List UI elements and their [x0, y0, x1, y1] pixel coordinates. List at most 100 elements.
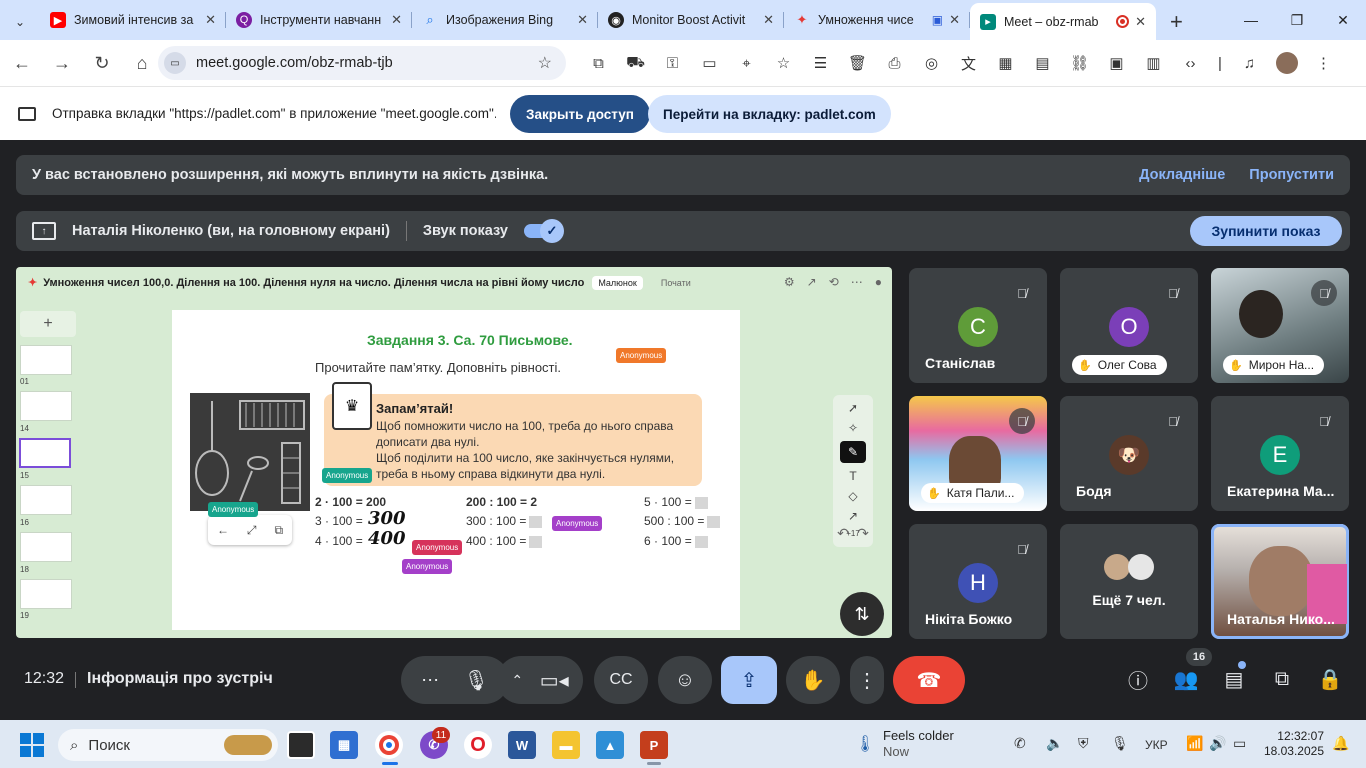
- address-bar[interactable]: ▭ meet.google.com/obz-rmab-tjb ☆: [158, 46, 566, 80]
- participant-tile[interactable]: 🎙̸ С Станіслав: [909, 268, 1047, 383]
- word-icon[interactable]: W: [508, 731, 536, 759]
- participant-tile-self[interactable]: Наталья Нико...: [1211, 524, 1349, 639]
- close-icon[interactable]: ✕: [1135, 14, 1146, 30]
- tab-monitor-boost[interactable]: ◉ Monitor Boost Activit ✕: [598, 3, 784, 37]
- url-text[interactable]: meet.google.com/obz-rmab-tjb: [196, 55, 538, 71]
- notice-text: У вас встановлено розширення, які можуть…: [32, 167, 549, 183]
- camera-icon[interactable]: ▭◂: [540, 668, 569, 693]
- forward-icon[interactable]: →: [44, 45, 80, 81]
- device-icon[interactable]: ▣: [1098, 48, 1135, 78]
- file-explorer-icon[interactable]: ▬: [552, 731, 580, 759]
- participant-tile[interactable]: 🎙̸ 🐶 Бодя: [1060, 396, 1198, 511]
- speaker-icon[interactable]: 🔊: [1209, 735, 1226, 752]
- battery-icon[interactable]: ▭: [1233, 735, 1246, 752]
- close-icon[interactable]: ✕: [205, 12, 216, 28]
- key-icon[interactable]: ⚿: [654, 48, 691, 78]
- reactions-button[interactable]: ☺: [658, 656, 712, 704]
- card-icon[interactable]: ▭: [691, 48, 728, 78]
- translate-icon[interactable]: 文: [950, 48, 987, 78]
- stop-access-button[interactable]: Закрыть доступ: [510, 95, 650, 133]
- participant-tile[interactable]: 🎙̸ ✋ Мирон На...: [1211, 268, 1349, 383]
- book-icon[interactable]: ▤: [1024, 48, 1061, 78]
- more-menu-icon[interactable]: ⋮: [1305, 48, 1342, 78]
- participant-tile[interactable]: 🎙̸ ✋ Катя Пали...: [909, 396, 1047, 511]
- goto-tab-button[interactable]: Перейти на вкладку: padlet.com: [648, 95, 891, 133]
- volume-icon[interactable]: 🔈: [1046, 735, 1063, 752]
- close-icon[interactable]: ✕: [577, 12, 588, 28]
- language-indicator[interactable]: УКР: [1145, 738, 1168, 752]
- participant-tile[interactable]: 🎙̸ Н Нікіта Божко: [909, 524, 1047, 639]
- minimize-icon[interactable]: —: [1228, 0, 1274, 40]
- link-icon[interactable]: ⛓: [1061, 48, 1098, 78]
- close-icon[interactable]: ✕: [949, 12, 960, 28]
- system-clock[interactable]: 12:32:07 18.03.2025: [1262, 729, 1324, 759]
- window-close-icon[interactable]: ✕: [1320, 0, 1366, 40]
- lens-icon[interactable]: ◎: [913, 48, 950, 78]
- code-icon[interactable]: ‹›: [1172, 48, 1209, 78]
- chevron-up-icon[interactable]: ⌃: [511, 672, 523, 689]
- windows-start-icon[interactable]: [20, 733, 44, 757]
- weather-widget[interactable]: Feels colder Now: [883, 728, 954, 760]
- maximize-icon[interactable]: ❐: [1274, 0, 1320, 40]
- participant-tile[interactable]: 🎙̸ О ✋ Олег Сова: [1060, 268, 1198, 383]
- present-button[interactable]: ⇪: [721, 656, 777, 704]
- people-icon[interactable]: 👥: [1171, 664, 1201, 694]
- new-tab-button[interactable]: +: [1156, 4, 1197, 40]
- captions-button[interactable]: CC: [594, 656, 648, 704]
- microphone-icon[interactable]: 🎙: [463, 668, 488, 693]
- chrome-icon[interactable]: [375, 731, 403, 759]
- participant-name: Наталья Нико...: [1227, 611, 1335, 627]
- bookmark-star-icon[interactable]: ☆: [538, 53, 552, 73]
- viber-tray-icon[interactable]: ✆: [1014, 735, 1026, 752]
- reload-icon[interactable]: ↻: [84, 45, 120, 81]
- qr-code-icon[interactable]: ▦: [987, 48, 1024, 78]
- star-icon[interactable]: ☆: [765, 48, 802, 78]
- more-options-button[interactable]: ⋮: [850, 656, 884, 704]
- raise-hand-button[interactable]: ✋: [786, 656, 840, 704]
- puzzle-icon[interactable]: ⧉: [580, 48, 617, 78]
- host-controls-icon[interactable]: 🔒: [1315, 664, 1345, 694]
- site-info-icon[interactable]: ▭: [164, 52, 186, 74]
- opera-icon[interactable]: O: [464, 731, 492, 759]
- stop-presenting-button[interactable]: Зупинити показ: [1190, 216, 1342, 246]
- tab-meet[interactable]: ▸ Meet – obz-rmab ✕: [970, 3, 1156, 40]
- avatar[interactable]: [1268, 48, 1305, 78]
- end-call-button[interactable]: ☎: [893, 656, 965, 704]
- tab-padlet[interactable]: ✦ Умноження чисе ▣ ✕: [784, 3, 970, 37]
- learn-more-link[interactable]: Докладніше: [1139, 167, 1225, 183]
- table-icon[interactable]: ▥: [1135, 48, 1172, 78]
- media-icon[interactable]: ♫: [1231, 48, 1268, 78]
- back-icon[interactable]: ←: [4, 45, 40, 81]
- memo-line: Щоб помножити число на 100, треба до ньо…: [376, 419, 674, 449]
- taskbar-search[interactable]: ⌕ Поиск: [58, 729, 278, 761]
- print-icon[interactable]: ⎙: [876, 48, 913, 78]
- location-icon[interactable]: ⌖: [728, 48, 765, 78]
- more-options-icon[interactable]: ⋯: [421, 670, 439, 691]
- share-sound-toggle[interactable]: ✓: [523, 219, 564, 243]
- chat-icon[interactable]: ▤: [1219, 664, 1249, 694]
- wifi-icon[interactable]: 📶: [1186, 735, 1203, 752]
- store-icon[interactable]: ▦: [330, 731, 358, 759]
- car-icon[interactable]: ⛟: [617, 48, 654, 78]
- task-view-icon[interactable]: [287, 731, 315, 759]
- skip-link[interactable]: Пропустити: [1249, 167, 1334, 183]
- close-icon[interactable]: ✕: [763, 12, 774, 28]
- photos-icon[interactable]: ▲: [596, 731, 624, 759]
- meeting-info-button[interactable]: Інформація про зустріч: [87, 670, 273, 688]
- info-icon[interactable]: ⓘ: [1123, 664, 1153, 694]
- defender-icon[interactable]: ⛨: [1078, 735, 1089, 752]
- participant-tile[interactable]: 🎙̸ E Екатерина Ма...: [1211, 396, 1349, 511]
- notifications-icon[interactable]: 🔔: [1332, 735, 1349, 752]
- powerpoint-icon[interactable]: P: [640, 731, 668, 759]
- tab-bing[interactable]: ⌕ Изображения Bing ✕: [412, 3, 598, 37]
- trash-icon[interactable]: 🗑: [839, 48, 876, 78]
- mic-tray-icon[interactable]: 🎙: [1111, 735, 1129, 752]
- activities-icon[interactable]: ⧉: [1267, 664, 1297, 694]
- home-icon[interactable]: ⌂: [124, 45, 160, 81]
- reading-list-icon[interactable]: ☰: [802, 48, 839, 78]
- tab-search-icon[interactable]: ⌄: [0, 4, 40, 40]
- tab-youtube[interactable]: ▶ Зимовий інтенсив за ✕: [40, 3, 226, 37]
- more-participants-tile[interactable]: Ещё 7 чел.: [1060, 524, 1198, 639]
- tab-quizlet[interactable]: Q Інструменти навчанн ✕: [226, 3, 412, 37]
- close-icon[interactable]: ✕: [391, 12, 402, 28]
